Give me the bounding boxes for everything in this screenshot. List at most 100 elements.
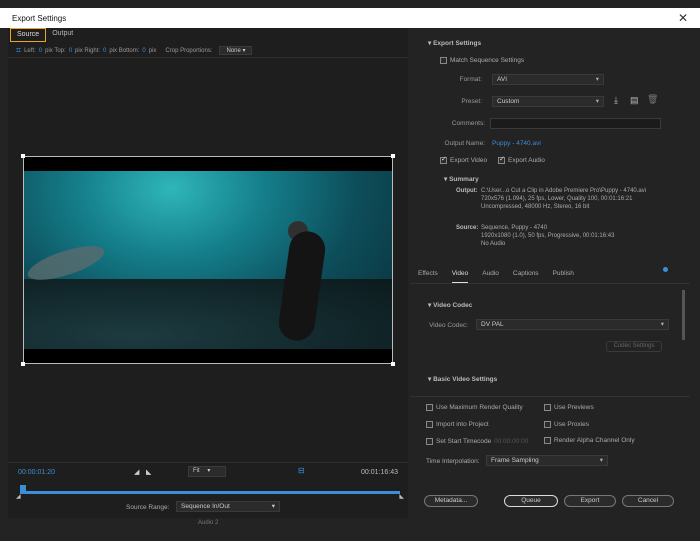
video-codec-header[interactable]: ▾ Video Codec — [428, 301, 472, 309]
crop-handle-tl[interactable] — [21, 154, 25, 158]
output-summary-line: C:\User...o Cut a Clip in Adobe Premiere… — [481, 188, 647, 194]
seabed-rocks — [24, 279, 392, 349]
preset-select[interactable]: Custom ▾ — [492, 96, 604, 107]
render-options-panel: Use Maximum Render Quality Use Previews … — [410, 396, 690, 518]
use-proxies-checkbox[interactable] — [544, 421, 551, 428]
time-interpolation-label: Time Interpolation: — [426, 458, 480, 465]
crop-pix-label: pix — [148, 47, 157, 54]
out-point-marker-icon[interactable]: ◣ — [399, 493, 404, 500]
export-video-checkbox[interactable] — [440, 155, 447, 164]
crop-proportions-value: None — [226, 48, 241, 54]
set-start-timecode-checkbox[interactable] — [426, 438, 433, 445]
source-summary-line: No Audio — [481, 241, 506, 247]
delete-preset-icon[interactable]: 🗑 — [647, 94, 658, 105]
timeline-track[interactable] — [20, 491, 400, 494]
tab-source[interactable]: Source — [10, 28, 47, 42]
tab-publish[interactable]: Publish — [553, 270, 574, 283]
background-track-label: Audio 2 — [198, 520, 219, 526]
tab-captions[interactable]: Captions — [513, 270, 539, 283]
use-proxies-label: Use Proxies — [554, 421, 590, 428]
video-codec-header-label: Video Codec — [433, 302, 473, 309]
window-title: Export Settings — [12, 13, 67, 23]
export-settings-header-label: Export Settings — [433, 40, 482, 47]
source-output-tabs: Source Output — [10, 28, 79, 42]
crop-proportions-label: Crop Proportions: — [165, 47, 213, 54]
cancel-button[interactable]: Cancel — [622, 495, 674, 507]
settings-icon[interactable]: ⊟ — [298, 466, 305, 475]
source-summary-line: Sequence, Puppy - 4740 — [481, 225, 548, 231]
export-settings-window: Export Settings ✕ Source Output ⌗ Left: … — [0, 0, 700, 541]
current-timecode[interactable]: 00:00:01:20 — [18, 469, 55, 476]
comments-label: Comments: — [451, 120, 485, 127]
export-settings-header[interactable]: ▾ Export Settings — [428, 39, 481, 47]
tab-output[interactable]: Output — [46, 28, 79, 42]
tab-indicator-icon — [663, 267, 668, 272]
crop-right-label: pix Right: — [75, 47, 101, 54]
video-codec-label: Video Codec: — [429, 322, 468, 329]
crop-handle-bl[interactable] — [21, 362, 25, 366]
preset-value: Custom — [497, 98, 520, 105]
crop-bottom-input[interactable]: 0 — [142, 48, 145, 54]
basic-video-header[interactable]: ▾ Basic Video Settings — [428, 375, 497, 383]
tab-audio[interactable]: Audio — [482, 270, 499, 283]
import-project-label: Import into Project — [436, 421, 489, 428]
queue-button[interactable]: Queue — [504, 495, 558, 507]
video-codec-select[interactable]: DV PAL ▾ — [476, 319, 669, 330]
zoom-fit-value: Fit — [193, 468, 200, 474]
zoom-fit-select[interactable]: Fit ▾ — [188, 466, 226, 477]
import-preset-icon[interactable]: ▤ — [630, 95, 639, 106]
mark-in-icon[interactable]: ◢ — [134, 468, 139, 476]
output-summary-line: Uncompressed, 48000 Hz, Stereo, 16 bit — [481, 204, 590, 210]
metadata-button[interactable]: Metadata... — [424, 495, 478, 507]
output-summary-line: 720x576 (1.094), 25 fps, Lower, Quality … — [481, 196, 633, 202]
time-interpolation-select[interactable]: Frame Sampling ▾ — [486, 455, 608, 466]
use-previews-label: Use Previews — [554, 404, 594, 411]
mark-out-icon[interactable]: ◣ — [146, 468, 151, 476]
summary-header-label: Summary — [449, 176, 479, 183]
preset-label: Preset: — [461, 98, 482, 105]
format-value: AVI — [497, 76, 507, 83]
comments-input[interactable] — [490, 118, 661, 129]
crop-proportions-select[interactable]: None ▾ — [219, 46, 253, 55]
crop-top-input[interactable]: 0 — [69, 48, 72, 54]
start-timecode-value[interactable]: 00:00:00:00 — [494, 438, 528, 445]
format-select[interactable]: AVI ▾ — [492, 74, 604, 85]
save-preset-icon[interactable]: ⤓ — [614, 95, 618, 106]
end-timecode: 00:01:16:43 — [361, 469, 398, 476]
export-button[interactable]: Export — [564, 495, 616, 507]
basic-video-header-label: Basic Video Settings — [433, 376, 498, 383]
in-point-marker-icon[interactable]: ◢ — [16, 493, 21, 500]
settings-tabs: Effects Video Audio Captions Publish — [410, 267, 690, 284]
max-render-label: Use Maximum Render Quality — [436, 404, 523, 411]
crop-icon[interactable]: ⌗ — [16, 45, 21, 56]
match-sequence-label: Match Sequence Settings — [450, 57, 525, 64]
source-range-select[interactable]: Sequence In/Out ▾ — [176, 501, 280, 512]
preview-frame — [24, 171, 392, 349]
close-icon[interactable]: ✕ — [678, 11, 688, 25]
max-render-checkbox[interactable] — [426, 404, 433, 411]
render-alpha-label: Render Alpha Channel Only — [554, 437, 635, 444]
output-name-link[interactable]: Puppy - 4740.avi — [492, 140, 541, 147]
source-summary: Sequence, Puppy - 4740 1920x1080 (1.0), … — [481, 224, 686, 248]
crop-left-label: Left: — [24, 47, 36, 54]
codec-settings-button[interactable]: Codec Settings — [606, 341, 662, 352]
import-project-checkbox[interactable] — [426, 421, 433, 428]
crop-right-input[interactable]: 0 — [103, 48, 106, 54]
crop-toolbar: ⌗ Left: 0 pix Top: 0 pix Right: 0 pix Bo… — [8, 44, 408, 58]
settings-scrollbar[interactable] — [682, 290, 685, 340]
crop-handle-br[interactable] — [391, 362, 395, 366]
video-codec-value: DV PAL — [481, 321, 504, 328]
crop-handle-tr[interactable] — [391, 154, 395, 158]
tab-effects[interactable]: Effects — [418, 270, 438, 283]
use-previews-checkbox[interactable] — [544, 404, 551, 411]
format-label: Format: — [459, 76, 482, 83]
source-panel: Source Output ⌗ Left: 0 pix Top: 0 pix R… — [8, 28, 408, 518]
export-audio-checkbox[interactable] — [498, 155, 505, 164]
crop-left-input[interactable]: 0 — [39, 48, 42, 54]
tab-video[interactable]: Video — [451, 270, 469, 283]
match-sequence-checkbox[interactable] — [440, 57, 447, 64]
output-summary: C:\User...o Cut a Clip in Adobe Premiere… — [481, 187, 686, 211]
crop-top-label: pix Top: — [45, 47, 66, 54]
render-alpha-checkbox[interactable] — [544, 437, 551, 444]
summary-header[interactable]: ▾ Summary — [444, 175, 479, 183]
